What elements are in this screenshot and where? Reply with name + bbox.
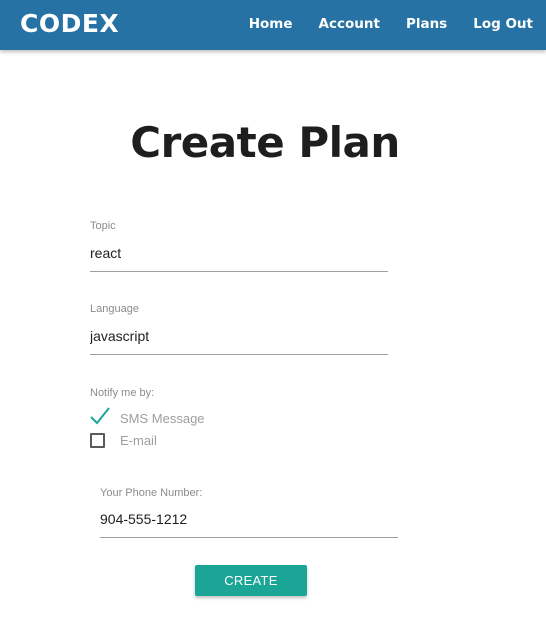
language-label: Language: [90, 303, 139, 315]
phone-input[interactable]: [100, 511, 398, 538]
language-input[interactable]: [90, 328, 388, 355]
nav-links: Home Account Plans Log Out: [249, 16, 533, 32]
nav-link-logout[interactable]: Log Out: [473, 16, 533, 32]
checkmark-icon[interactable]: [90, 407, 110, 426]
notify-label: Notify me by:: [90, 387, 155, 399]
language-field: Language: [90, 303, 388, 355]
page-title: Create Plan: [130, 118, 400, 167]
phone-label: Your Phone Number:: [100, 487, 203, 499]
topic-label: Topic: [90, 220, 116, 232]
topic-input[interactable]: [90, 245, 388, 272]
nav-link-plans[interactable]: Plans: [406, 16, 447, 32]
navbar: CODEX Home Account Plans Log Out: [0, 0, 546, 50]
empty-checkbox-icon[interactable]: [90, 433, 105, 448]
email-option[interactable]: E-mail: [90, 433, 157, 448]
sms-option-label: SMS Message: [120, 411, 205, 426]
brand-logo[interactable]: CODEX: [20, 9, 119, 38]
email-option-label: E-mail: [120, 433, 157, 448]
nav-link-account[interactable]: Account: [319, 16, 380, 32]
nav-link-home[interactable]: Home: [249, 16, 293, 32]
topic-field: Topic: [90, 220, 388, 272]
create-button[interactable]: CREATE: [195, 565, 307, 596]
phone-field: Your Phone Number:: [100, 487, 398, 538]
sms-option[interactable]: SMS Message: [90, 407, 205, 426]
